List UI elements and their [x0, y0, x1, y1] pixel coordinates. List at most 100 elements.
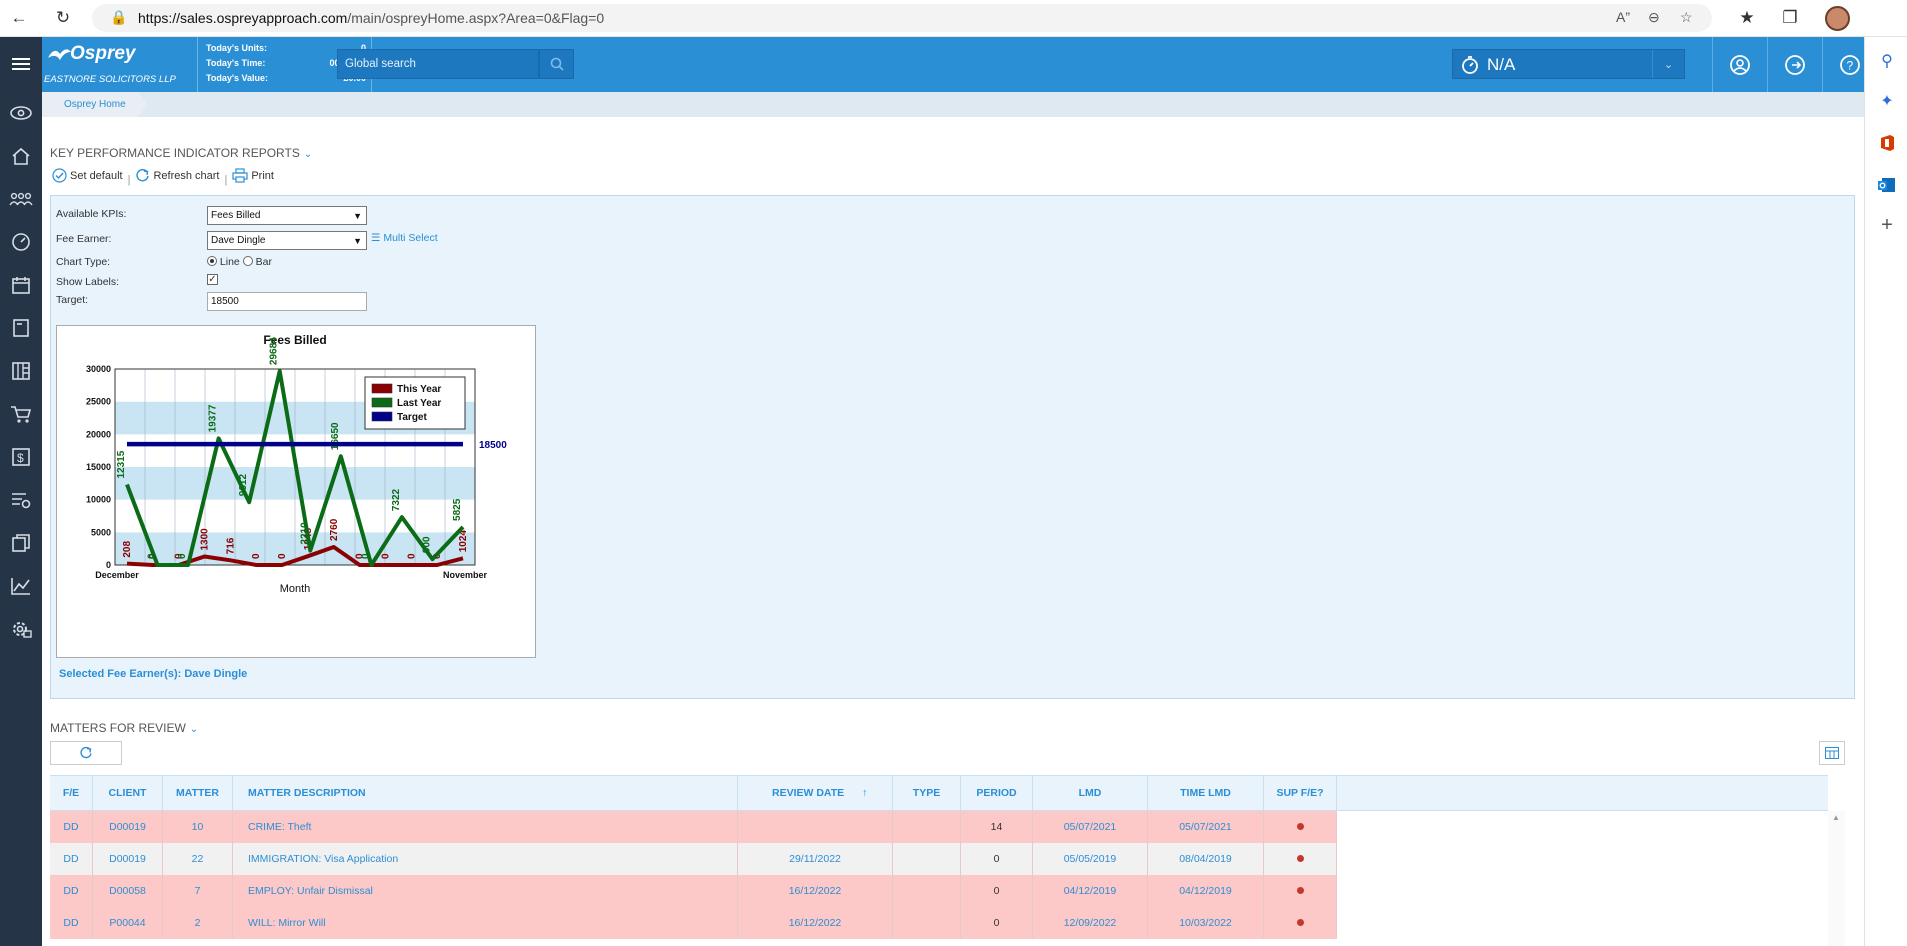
eye-icon[interactable] — [0, 98, 42, 128]
add-icon[interactable]: + — [1875, 213, 1899, 237]
col-lmd[interactable]: LMD — [1033, 776, 1148, 811]
refresh-icon — [80, 746, 92, 759]
cell-fe: DD — [50, 907, 93, 939]
profile-avatar[interactable] — [1825, 6, 1850, 31]
col-matter[interactable]: MATTER — [163, 776, 233, 811]
cell-time-lmd: 05/07/2021 — [1148, 811, 1264, 843]
print-label: Print — [251, 169, 274, 182]
calendar-icon[interactable] — [0, 270, 42, 300]
y-tick-label: 0 — [106, 560, 111, 570]
menu-icon[interactable] — [0, 49, 42, 79]
col-type[interactable]: TYPE — [893, 776, 961, 811]
data-label: 716 — [225, 537, 236, 554]
refresh-icon — [136, 169, 150, 182]
url-text[interactable]: https://sales.ospreyapproach.com/main/os… — [138, 10, 604, 26]
timer-selector[interactable]: N/A ⌄ — [1452, 49, 1685, 79]
cell-description: IMMIGRATION: Visa Application — [233, 843, 738, 875]
cell-client: P00044 — [93, 907, 163, 939]
zoom-icon[interactable]: ⊖ — [1648, 9, 1660, 26]
col-fe[interactable]: F/E — [50, 776, 93, 811]
read-aloud-icon[interactable]: A” — [1616, 9, 1630, 25]
refresh-chart-button[interactable]: Refresh chart — [135, 168, 219, 183]
fee-earner-label: Fee Earner: — [56, 233, 112, 245]
chevron-down-icon[interactable]: ⌄ — [304, 149, 312, 160]
data-label: 0 — [277, 553, 288, 559]
home-icon[interactable] — [0, 141, 42, 171]
mfr-section-title[interactable]: MATTERS FOR REVIEW ⌄ — [50, 721, 198, 735]
bar-radio[interactable] — [242, 256, 253, 266]
table-row[interactable]: DD P00044 2 WILL: Mirror Will 16/12/2022 0 12/… — [50, 907, 1337, 939]
svg-text:?: ? — [1847, 58, 1854, 72]
scroll-up-icon[interactable]: ▲ — [1832, 813, 1840, 822]
available-kpis-select[interactable]: Fees Billed ▼ — [207, 206, 367, 225]
set-default-button[interactable]: Set default — [52, 168, 123, 183]
target-value: 18500 — [211, 296, 239, 307]
document-icon[interactable] — [0, 313, 42, 343]
user-button[interactable] — [1712, 37, 1767, 92]
column-chooser-button[interactable] — [1819, 741, 1845, 765]
x-axis-label: Month — [280, 583, 311, 595]
chevron-down-icon[interactable]: ⌄ — [1652, 50, 1684, 78]
cell-matter: 10 — [163, 811, 233, 843]
kpi-section-title[interactable]: KEY PERFORMANCE INDICATOR REPORTS ⌄ — [50, 146, 312, 160]
timer-value: N/A — [1487, 55, 1516, 74]
table-row[interactable]: DD D00019 10 CRIME: Theft 14 05/07/2021 05/07/… — [50, 811, 1337, 843]
cell-description: WILL: Mirror Will — [233, 907, 738, 939]
address-bar[interactable]: 🔒 https://sales.ospreyapproach.com/main/… — [92, 4, 1712, 32]
list-icon: ☰ — [371, 232, 381, 244]
timer-icon[interactable] — [0, 227, 42, 257]
cell-review-date: 16/12/2022 — [738, 907, 893, 939]
search-icon[interactable]: ⚲ — [1875, 49, 1899, 73]
data-label: 0 — [177, 553, 188, 559]
osprey-logo[interactable]: Osprey EASTNORE SOLICITORS LLP — [42, 37, 197, 92]
legend-entry: This Year — [397, 384, 441, 395]
show-labels-checkbox[interactable]: ✓ — [207, 274, 218, 285]
target-input[interactable]: 18500 — [207, 292, 367, 311]
mfr-refresh-button[interactable] — [50, 741, 122, 765]
outlook-icon[interactable] — [1875, 173, 1899, 197]
url-host: https://sales.ospreyapproach.com — [138, 10, 348, 26]
files-icon[interactable] — [0, 528, 42, 558]
search-button[interactable] — [539, 49, 574, 79]
billing-icon[interactable]: $ — [0, 442, 42, 472]
status-dot-icon — [1296, 887, 1304, 894]
logout-button[interactable] — [1767, 37, 1822, 92]
help-button[interactable]: ? — [1822, 37, 1877, 92]
global-search — [337, 49, 539, 79]
back-icon[interactable]: ← — [6, 6, 32, 30]
ledger-icon[interactable] — [0, 356, 42, 386]
col-sup-fe[interactable]: SUP F/E? — [1264, 776, 1337, 811]
data-label: 0 — [147, 553, 158, 559]
col-time-lmd[interactable]: TIME LMD — [1148, 776, 1264, 811]
col-client[interactable]: CLIENT — [93, 776, 163, 811]
table-row[interactable]: DD D00019 22 IMMIGRATION: Visa Application 2… — [50, 843, 1337, 875]
admin-settings-icon[interactable] — [0, 614, 42, 644]
line-radio[interactable] — [207, 256, 217, 266]
table-row[interactable]: DD D00058 7 EMPLOY: Unfair Dismissal 16/12/2… — [50, 875, 1337, 907]
col-period[interactable]: PERIOD — [961, 776, 1033, 811]
table-scrollbar[interactable]: ▲ — [1828, 811, 1845, 946]
copilot-icon[interactable]: ✦ — [1875, 89, 1899, 113]
favorites-icon[interactable]: ★ — [1734, 6, 1760, 30]
col-review-date[interactable]: REVIEW DATE ↑ — [738, 776, 893, 811]
cell-sup-fe — [1264, 875, 1337, 907]
global-search-input[interactable] — [338, 50, 533, 78]
cell-client: D00019 — [93, 811, 163, 843]
print-button[interactable]: Print — [232, 168, 274, 183]
collections-icon[interactable]: ❐ — [1777, 6, 1803, 30]
analytics-icon[interactable] — [0, 571, 42, 601]
chevron-down-icon[interactable]: ⌄ — [190, 724, 198, 735]
fee-earner-select[interactable]: Dave Dingle ▼ — [207, 231, 367, 250]
multi-select-link[interactable]: ☰ Multi Select — [371, 232, 438, 244]
settings-list-icon[interactable] — [0, 485, 42, 515]
cell-description: CRIME: Theft — [233, 811, 738, 843]
people-icon[interactable] — [0, 184, 42, 214]
favorite-icon[interactable]: ☆ — [1680, 9, 1693, 26]
reload-icon[interactable]: ↻ — [50, 6, 76, 30]
breadcrumb-home[interactable]: Osprey Home — [42, 92, 148, 117]
cart-icon[interactable] — [0, 399, 42, 429]
office-icon[interactable] — [1875, 131, 1899, 155]
kpi-chart: 30000 25000 20000 15000 10000 5000 0 December No… — [56, 325, 536, 658]
legend-swatch — [371, 411, 393, 422]
col-matter-description[interactable]: MATTER DESCRIPTION — [233, 776, 738, 811]
